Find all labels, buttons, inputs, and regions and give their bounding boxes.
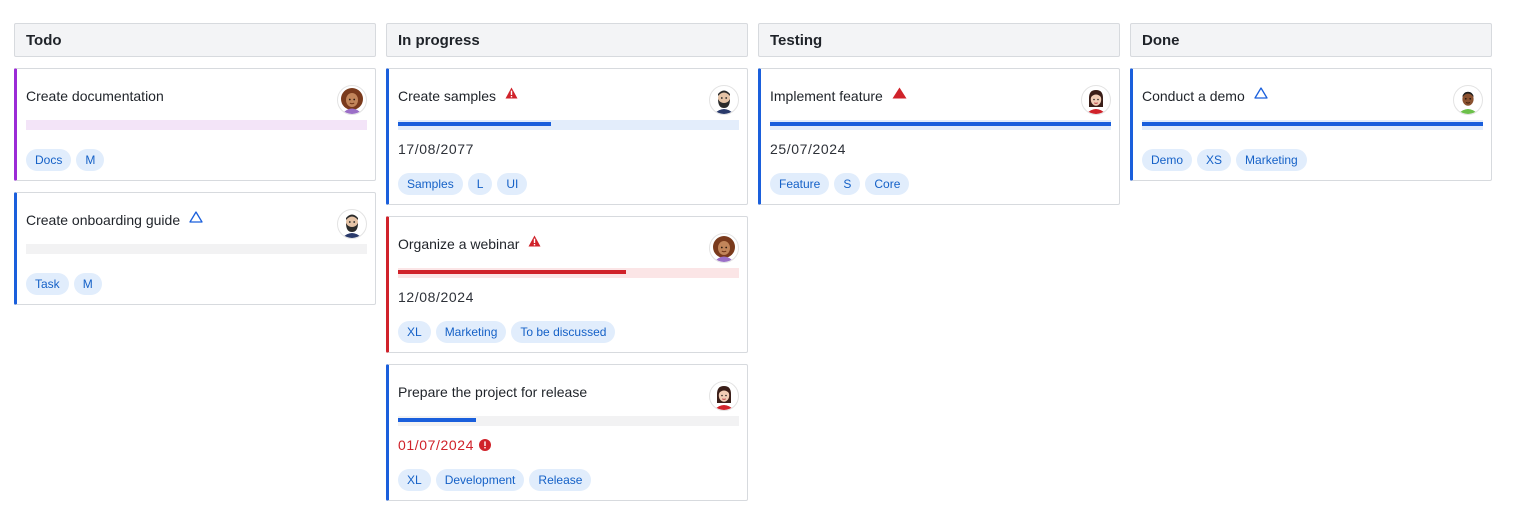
card-title: Prepare the project for release — [398, 384, 588, 400]
progress-bar — [398, 120, 739, 130]
column-testing: Testing Implement feature 25/07/2024 Featur… — [758, 23, 1120, 205]
task-card[interactable]: Implement feature 25/07/2024 Feature S Core — [758, 68, 1120, 205]
card-title-row: Prepare the project for release — [398, 383, 739, 401]
assignee-avatar[interactable] — [709, 233, 739, 263]
progress-fill — [398, 418, 477, 422]
progress-bar — [26, 244, 367, 254]
tag[interactable]: Docs — [26, 149, 72, 171]
due-date-text: 17/08/2077 — [398, 141, 475, 157]
card-title: Create onboarding guide — [26, 212, 181, 228]
tag[interactable]: UI — [497, 173, 528, 195]
assignee-avatar[interactable] — [709, 85, 739, 115]
tag-list: XL Marketing To be discussed — [398, 321, 739, 343]
tag[interactable]: To be discussed — [511, 321, 616, 343]
tag-list: XL Development Release — [398, 469, 739, 491]
card-title-row: Implement feature — [770, 87, 1111, 105]
tag[interactable]: XS — [1197, 149, 1232, 171]
assignee-avatar[interactable] — [1453, 85, 1483, 115]
progress-fill — [1142, 122, 1483, 126]
task-card[interactable]: Create onboarding guide Task M — [14, 192, 376, 305]
tag[interactable]: Task — [26, 273, 69, 295]
due-date-text: 01/07/2024 — [398, 437, 475, 453]
progress-fill — [398, 122, 552, 126]
due-date-text: 12/08/2024 — [398, 289, 475, 305]
tag-list: Docs M — [26, 149, 367, 171]
low-priority-icon — [189, 211, 203, 223]
column-done: Done Conduct a demo Demo XS Marketing — [1130, 23, 1492, 181]
column-header: Done — [1130, 23, 1492, 57]
tag[interactable]: Samples — [398, 173, 463, 195]
progress-fill — [398, 270, 627, 274]
tag[interactable]: Demo — [1142, 149, 1193, 171]
due-date: 17/08/2077 — [398, 141, 739, 157]
progress-track — [26, 244, 367, 254]
critical-priority-icon — [892, 87, 907, 99]
task-card[interactable]: Create samples 17/08/2077 Samples L UI — [386, 68, 748, 205]
column-header: Testing — [758, 23, 1120, 57]
column-todo: Todo Create documentation Docs M Create onbo… — [14, 23, 376, 305]
progress-bar — [398, 268, 739, 278]
tag-list: Task M — [26, 273, 367, 295]
tag[interactable]: Development — [435, 469, 525, 491]
high-priority-icon — [528, 235, 541, 247]
tag[interactable]: S — [834, 173, 861, 195]
tag-list: Feature S Core — [770, 173, 1111, 195]
tag[interactable]: Marketing — [435, 321, 507, 343]
progress-bar — [1142, 120, 1483, 130]
card-title-row: Organize a webinar — [398, 235, 739, 253]
column-header: Todo — [14, 23, 376, 57]
tag[interactable]: Core — [865, 173, 910, 195]
tag[interactable]: M — [73, 273, 102, 295]
tag-list: Demo XS Marketing — [1142, 149, 1483, 171]
due-date: 01/07/2024 — [398, 437, 739, 453]
card-title-row: Create documentation — [26, 87, 367, 105]
task-card[interactable]: Create documentation Docs M — [14, 68, 376, 181]
assignee-avatar[interactable] — [1081, 85, 1111, 115]
task-card[interactable]: Organize a webinar 12/08/2024 XL Marketing T… — [386, 216, 748, 353]
column-in-progress: In progress Create samples 17/08/2077 Sampl… — [386, 23, 748, 501]
tag[interactable]: Feature — [770, 173, 830, 195]
low-priority-icon — [1254, 87, 1268, 99]
task-card[interactable]: Prepare the project for release 01/07/202… — [386, 364, 748, 501]
progress-track — [26, 120, 367, 130]
progress-bar — [26, 120, 367, 130]
tag-list: Samples L UI — [398, 173, 739, 195]
card-title: Create documentation — [26, 88, 164, 104]
progress-bar — [770, 120, 1111, 130]
tag[interactable]: Release — [529, 469, 592, 491]
tag[interactable]: XL — [398, 469, 431, 491]
tag[interactable]: M — [76, 149, 105, 171]
tag[interactable]: L — [467, 173, 493, 195]
task-card[interactable]: Conduct a demo Demo XS Marketing — [1130, 68, 1492, 181]
card-title: Create samples — [398, 88, 497, 104]
tag[interactable]: Marketing — [1236, 149, 1307, 171]
progress-fill — [770, 122, 1111, 126]
overdue-icon — [479, 439, 492, 451]
due-date-text: 25/07/2024 — [770, 141, 847, 157]
high-priority-icon — [505, 87, 518, 99]
card-title: Implement feature — [770, 88, 883, 104]
card-title-row: Conduct a demo — [1142, 87, 1483, 105]
assignee-avatar[interactable] — [709, 381, 739, 411]
progress-bar — [398, 416, 739, 426]
card-title-row: Create samples — [398, 87, 739, 105]
tag[interactable]: XL — [398, 321, 431, 343]
due-date: 25/07/2024 — [770, 141, 1111, 157]
card-title-row: Create onboarding guide — [26, 211, 367, 229]
card-title: Conduct a demo — [1142, 88, 1245, 104]
card-title: Organize a webinar — [398, 236, 520, 252]
due-date: 12/08/2024 — [398, 289, 739, 305]
assignee-avatar[interactable] — [337, 209, 367, 239]
assignee-avatar[interactable] — [337, 85, 367, 115]
column-header: In progress — [386, 23, 748, 57]
